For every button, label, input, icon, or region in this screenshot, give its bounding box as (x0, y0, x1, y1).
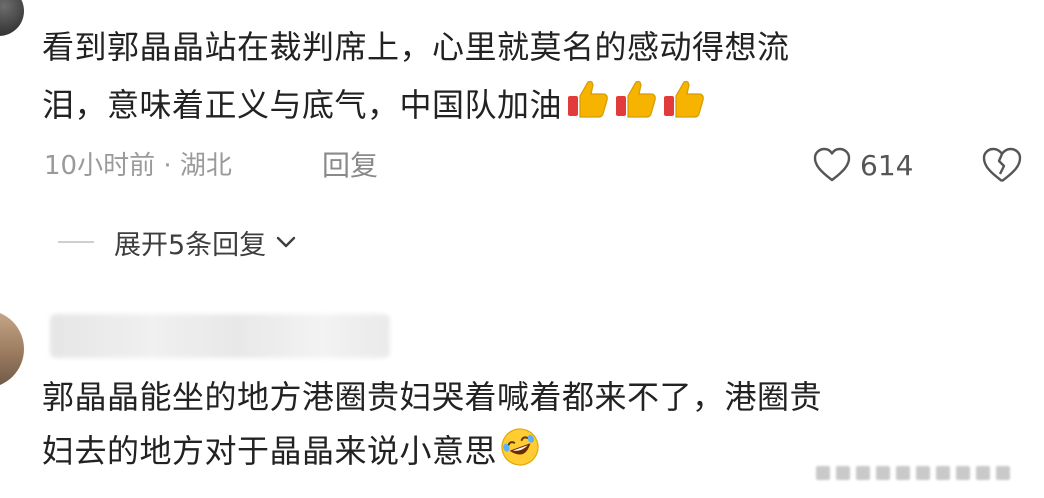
chevron-down-icon (276, 236, 296, 248)
comment-text-line: 妇去的地方对于晶晶来说小意思 (42, 426, 541, 476)
rolling-laughing-emoji-icon (501, 428, 539, 466)
comment-meta: 10小时前 · 湖北 (44, 151, 232, 181)
comment-text-line: 泪，意味着正义与底气，中国队加油 (42, 78, 706, 130)
comment-text-fragment: 泪，意味着正义与底气，中国队加油 (42, 86, 563, 124)
emoji-group (566, 78, 706, 120)
heart-icon (813, 147, 851, 182)
watermark (816, 462, 1026, 484)
comment-text-line: 看到郭晶晶站在裁判席上，心里就莫名的感动得想流 (42, 28, 790, 66)
expand-replies-button[interactable]: 展开5条回复 (58, 220, 298, 264)
comment-text-line: 郭晶晶能坐的地方港圈贵妇哭着喊着都来不了，港圈贵 (42, 378, 823, 416)
broken-heart-icon[interactable] (980, 144, 1024, 186)
divider (58, 241, 94, 243)
thumbs-up-icon (614, 78, 658, 120)
avatar[interactable] (0, 310, 24, 388)
thumbs-up-icon (662, 78, 706, 120)
reply-button[interactable]: 回复 (322, 146, 378, 186)
expand-replies-label: 展开5条回复 (114, 229, 267, 261)
like-count: 614 (860, 148, 914, 182)
username-redacted[interactable] (50, 314, 390, 358)
like-button[interactable]: 614 (812, 144, 913, 186)
avatar[interactable] (0, 0, 24, 36)
thumbs-up-icon (566, 78, 610, 120)
comment-text-fragment: 妇去的地方对于晶晶来说小意思 (42, 432, 498, 470)
